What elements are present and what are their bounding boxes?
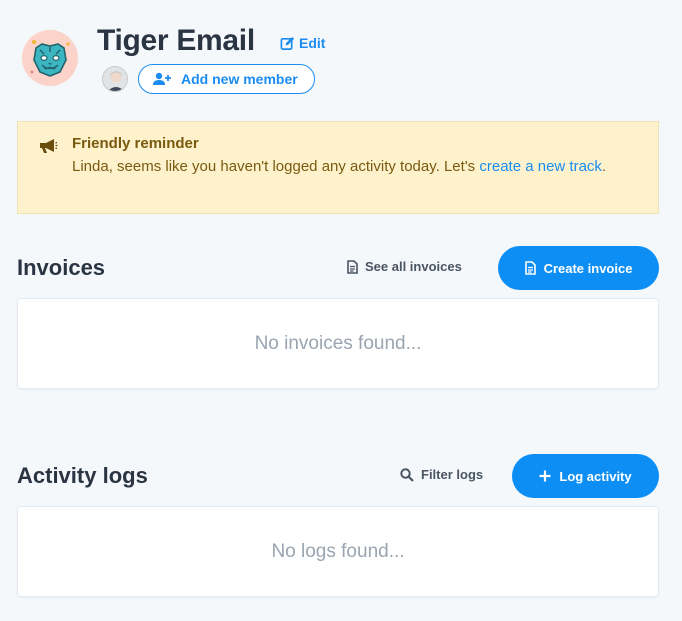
tiger-face-icon <box>30 40 70 77</box>
team-title: Tiger Email <box>97 24 255 57</box>
document-icon <box>524 261 536 275</box>
plus-icon <box>539 470 551 482</box>
invoices-title: Invoices <box>17 255 106 280</box>
document-icon <box>347 259 358 274</box>
create-invoice-button[interactable]: Create invoice <box>498 246 659 290</box>
reminder-text: Linda, seems like you haven't logged any… <box>72 158 480 175</box>
add-member-label: Add new member <box>181 71 298 87</box>
friendly-reminder-banner: Friendly reminder Linda, seems like you … <box>17 121 659 214</box>
search-icon <box>400 467 414 482</box>
activity-logs-panel: No logs found... <box>17 506 659 597</box>
invoices-empty-text: No invoices found... <box>254 332 422 354</box>
activity-logs-title: Activity logs <box>17 463 148 488</box>
create-invoice-label: Create invoice <box>543 260 633 276</box>
create-track-link[interactable]: create a new track <box>479 158 602 175</box>
pencil-square-icon <box>280 36 295 50</box>
edit-label: Edit <box>299 35 326 51</box>
avatar-photo <box>103 67 127 91</box>
log-activity-button[interactable]: Log activity <box>512 454 659 498</box>
filter-logs-link[interactable]: Filter logs <box>400 467 483 482</box>
invoices-panel: No invoices found... <box>17 298 659 389</box>
member-avatar[interactable] <box>102 66 128 92</box>
see-all-invoices-label: See all invoices <box>365 259 462 274</box>
reminder-suffix: . <box>601 158 607 175</box>
reminder-title: Friendly reminder <box>72 135 199 152</box>
reminder-body: Linda, seems like you haven't logged any… <box>72 155 632 178</box>
team-logo <box>22 30 78 86</box>
add-member-button[interactable]: Add new member <box>138 64 315 94</box>
user-plus-icon <box>153 72 171 85</box>
team-header: Tiger Email Edit Add new member <box>22 24 662 104</box>
logs-empty-text: No logs found... <box>271 540 405 562</box>
log-activity-label: Log activity <box>559 468 632 484</box>
filter-logs-label: Filter logs <box>421 467 484 482</box>
edit-team-link[interactable]: Edit <box>280 35 325 51</box>
see-all-invoices-link[interactable]: See all invoices <box>347 259 462 274</box>
megaphone-icon <box>40 139 58 153</box>
